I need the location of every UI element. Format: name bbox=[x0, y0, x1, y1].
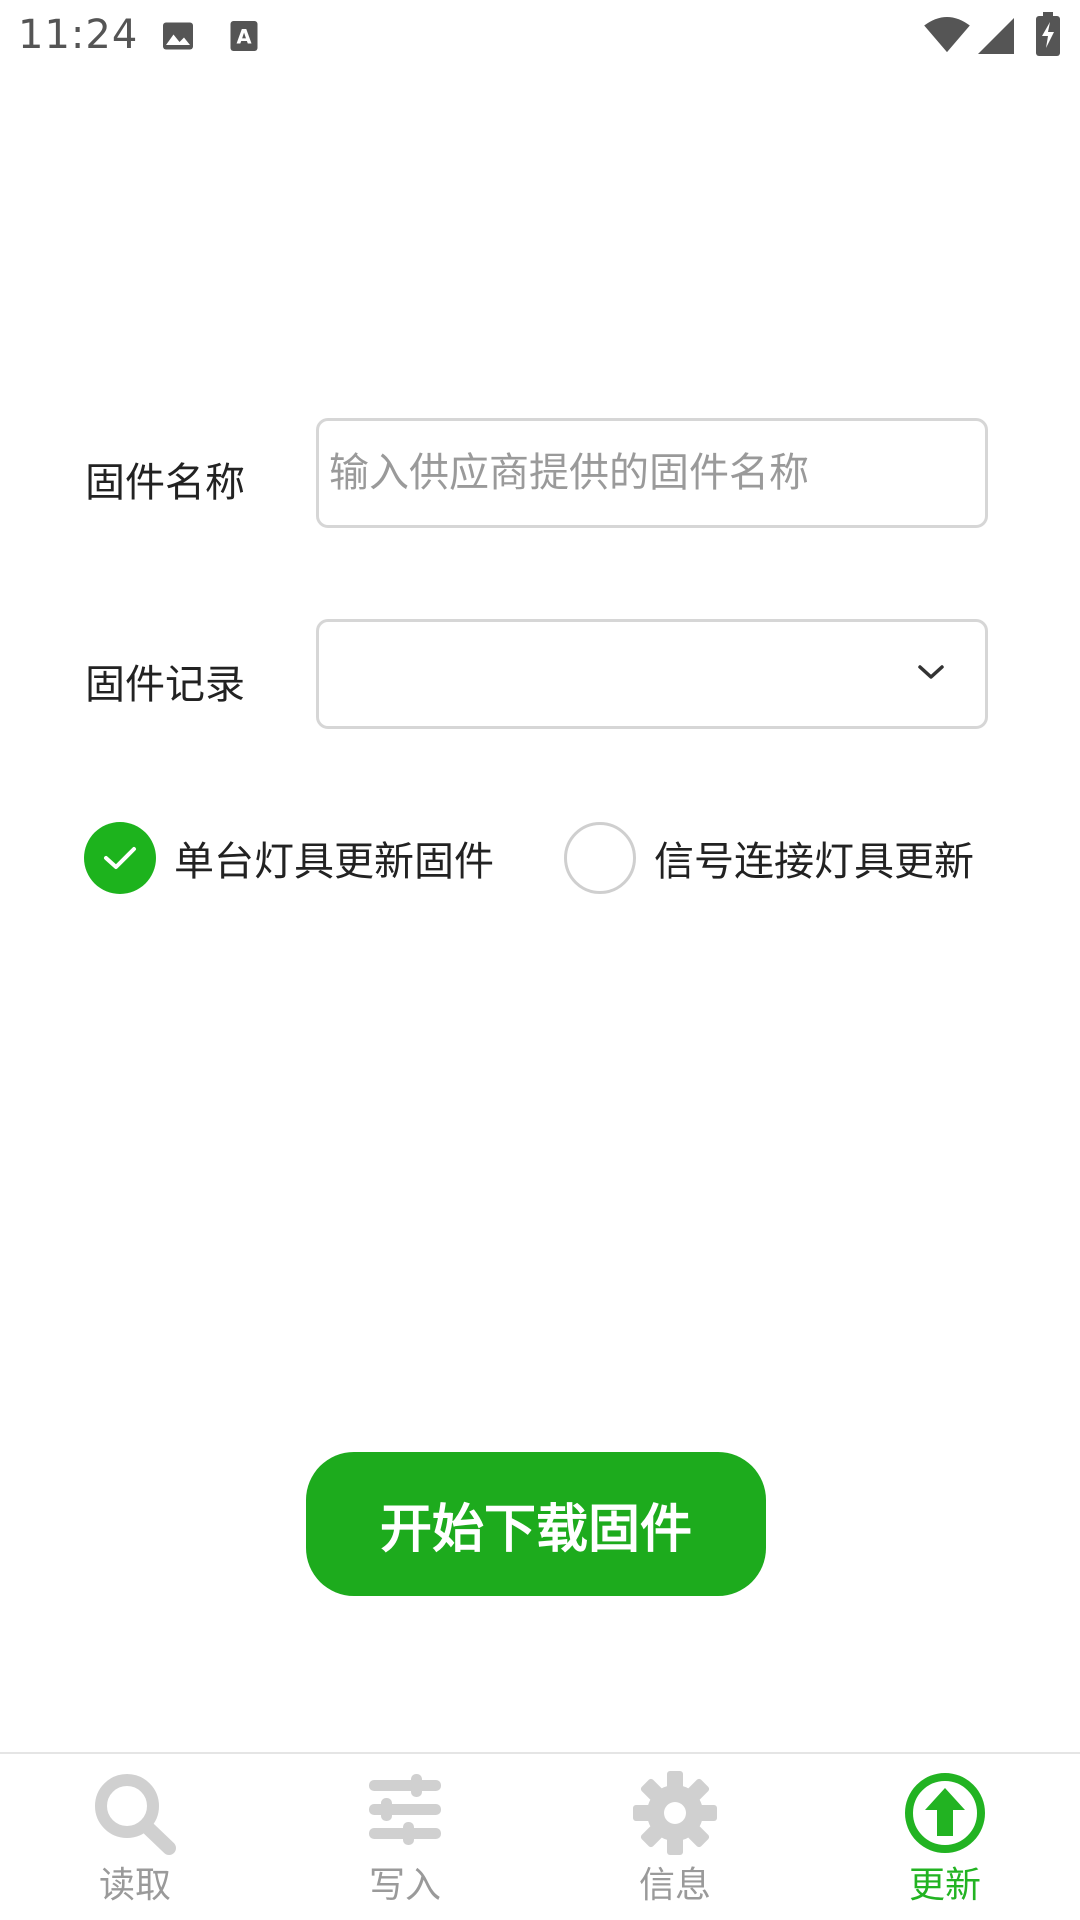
radio-signal-linked[interactable]: 信号连接灯具更新 bbox=[564, 822, 974, 894]
firmware-record-label: 固件记录 bbox=[85, 662, 245, 708]
battery-icon bbox=[1036, 12, 1060, 60]
nav-item-write[interactable]: 写入 bbox=[270, 1754, 540, 1920]
nav-label-info: 信息 bbox=[638, 1865, 711, 1906]
bottom-nav: 读取 写入 信息 更新 bbox=[0, 1752, 1080, 1920]
gear-icon bbox=[632, 1770, 718, 1860]
font-a-icon: A bbox=[228, 18, 260, 58]
nav-item-info[interactable]: 信息 bbox=[540, 1754, 810, 1920]
firmware-name-input[interactable] bbox=[319, 421, 985, 525]
status-bar: 11:24 A bbox=[0, 0, 1080, 74]
cell-signal-icon bbox=[978, 18, 1014, 58]
radio-signal-linked-label: 信号连接灯具更新 bbox=[654, 839, 974, 885]
nav-label-update: 更新 bbox=[908, 1865, 981, 1906]
nav-label-write: 写入 bbox=[368, 1865, 441, 1906]
nav-item-read[interactable]: 读取 bbox=[0, 1754, 270, 1920]
nav-label-read: 读取 bbox=[98, 1865, 171, 1906]
radio-checked-icon bbox=[84, 822, 156, 894]
firmware-name-label: 固件名称 bbox=[85, 460, 245, 506]
firmware-record-dropdown[interactable] bbox=[316, 619, 988, 729]
search-icon bbox=[91, 1770, 179, 1860]
radio-single-fixture-label: 单台灯具更新固件 bbox=[174, 839, 494, 885]
radio-unchecked-icon bbox=[564, 822, 636, 894]
screen: 11:24 A 固件名称 输入供应商提供的固件名称 固件记录 单台灯具更新固件 … bbox=[0, 0, 1080, 1920]
radio-single-fixture[interactable]: 单台灯具更新固件 bbox=[84, 822, 494, 894]
status-time: 11:24 bbox=[18, 12, 139, 58]
svg-text:A: A bbox=[236, 26, 251, 49]
wifi-icon bbox=[924, 16, 970, 58]
chevron-down-icon bbox=[917, 662, 945, 686]
firmware-name-field-box bbox=[316, 418, 988, 528]
image-icon bbox=[160, 18, 196, 58]
start-download-button[interactable]: 开始下载固件 bbox=[306, 1452, 766, 1596]
nav-item-update[interactable]: 更新 bbox=[810, 1754, 1080, 1920]
upload-arrow-icon bbox=[902, 1770, 988, 1860]
sliders-icon bbox=[365, 1770, 445, 1854]
